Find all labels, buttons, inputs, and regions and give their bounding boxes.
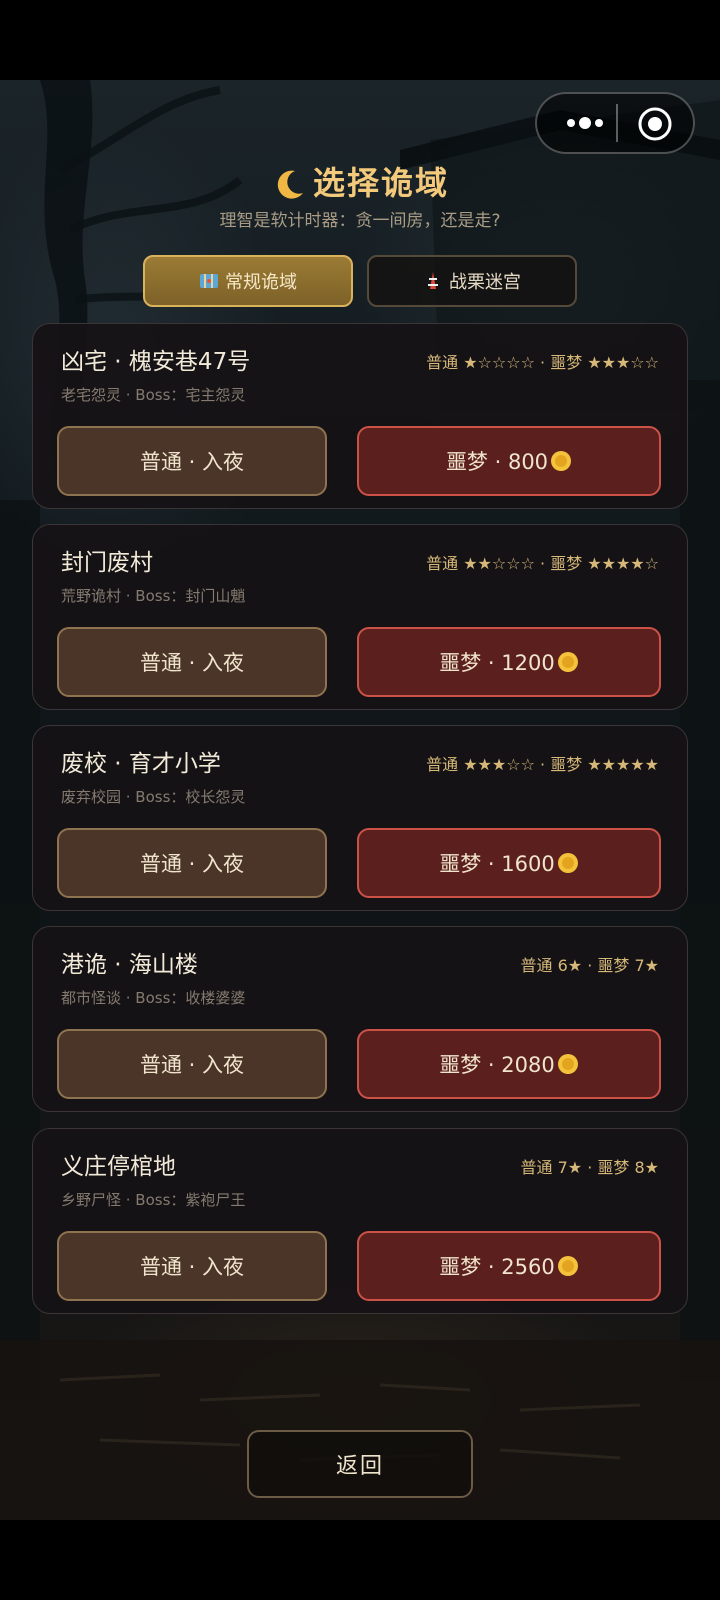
mini-program-capsule (535, 92, 695, 154)
more-options-icon[interactable] (559, 108, 619, 138)
domain-card: 废校 · 育才小学 普通 ★★★☆☆ · 噩梦 ★★★★★ 废弃校园 · Bos… (32, 725, 688, 911)
difficulty-rating: 普通 ★☆☆☆☆ · 噩梦 ★★★☆☆ (426, 353, 659, 372)
page-title: 选择诡域 (0, 158, 720, 208)
back-button-label: 返回 (335, 1454, 384, 1479)
nightmare-mode-button[interactable]: 噩梦 · 1600 (357, 828, 661, 898)
nightmare-mode-label: 噩梦 · 800 (445, 450, 549, 474)
normal-mode-label: 普通 · 入夜 (139, 651, 245, 675)
normal-mode-button[interactable]: 普通 · 入夜 (57, 1231, 327, 1301)
page-subtitle: 理智是软计时器：贪一间房，还是走? (219, 211, 501, 231)
normal-mode-label: 普通 · 入夜 (139, 1053, 245, 1077)
domain-meta: 都市怪谈 · Boss：收楼婆婆 (61, 989, 246, 1007)
crescent-moon-icon (277, 170, 303, 199)
coin-icon (557, 853, 578, 873)
difficulty-rating: 普通 7★ · 噩梦 8★ (520, 1158, 659, 1177)
domain-card: 港诡 · 海山楼 普通 6★ · 噩梦 7★ 都市怪谈 · Boss：收楼婆婆 … (32, 926, 688, 1112)
coin-icon (557, 1054, 578, 1074)
back-button[interactable]: 返回 (247, 1430, 473, 1498)
navigation-bar-area (0, 1520, 720, 1600)
coin-icon (557, 1256, 578, 1276)
domain-name: 凶宅 · 槐安巷47号 (61, 349, 251, 375)
map-icon (200, 274, 218, 288)
nightmare-mode-button[interactable]: 噩梦 · 2560 (357, 1231, 661, 1301)
tab-regular-label: 常规诡域 (225, 272, 297, 293)
nightmare-mode-button[interactable]: 噩梦 · 1200 (357, 627, 661, 697)
domain-meta: 老宅怨灵 · Boss：宅主怨灵 (61, 386, 246, 404)
normal-mode-button[interactable]: 普通 · 入夜 (57, 828, 327, 898)
coin-icon (551, 451, 572, 471)
coin-icon (557, 652, 578, 672)
domain-name: 废校 · 育才小学 (61, 751, 221, 777)
domain-meta: 荒野诡村 · Boss：封门山魈 (61, 587, 246, 605)
normal-mode-label: 普通 · 入夜 (139, 1255, 245, 1279)
normal-mode-button[interactable]: 普通 · 入夜 (57, 627, 327, 697)
domain-name: 封门废村 (61, 550, 153, 576)
domain-card: 封门废村 普通 ★★☆☆☆ · 噩梦 ★★★★☆ 荒野诡村 · Boss：封门山… (32, 524, 688, 710)
normal-mode-button[interactable]: 普通 · 入夜 (57, 1029, 327, 1099)
difficulty-rating: 普通 6★ · 噩梦 7★ (520, 956, 659, 975)
domain-card: 凶宅 · 槐安巷47号 普通 ★☆☆☆☆ · 噩梦 ★★★☆☆ 老宅怨灵 · B… (32, 323, 688, 509)
nightmare-mode-label: 噩梦 · 2560 (439, 1255, 555, 1279)
nightmare-mode-button[interactable]: 噩梦 · 2080 (357, 1029, 661, 1099)
nightmare-mode-label: 噩梦 · 2080 (439, 1053, 555, 1077)
domain-card: 义庄停棺地 普通 7★ · 噩梦 8★ 乡野尸怪 · Boss：紫袍尸王 普通 … (32, 1128, 688, 1314)
tab-thrill-maze[interactable]: 战栗迷宫 (367, 255, 577, 307)
page-title-text: 选择诡域 (312, 164, 449, 202)
nightmare-mode-button[interactable]: 噩梦 · 800 (357, 426, 661, 496)
domain-name: 义庄停棺地 (61, 1154, 176, 1180)
domain-meta: 乡野尸怪 · Boss：紫袍尸王 (61, 1191, 246, 1209)
tower-icon (428, 272, 438, 289)
close-miniprogram-icon[interactable] (637, 106, 673, 142)
difficulty-rating: 普通 ★★☆☆☆ · 噩梦 ★★★★☆ (426, 554, 659, 573)
tab-maze-label: 战栗迷宫 (449, 272, 521, 293)
difficulty-rating: 普通 ★★★☆☆ · 噩梦 ★★★★★ (426, 755, 659, 774)
domain-name: 港诡 · 海山楼 (61, 952, 198, 978)
nightmare-mode-label: 噩梦 · 1600 (439, 852, 555, 876)
normal-mode-label: 普通 · 入夜 (139, 852, 245, 876)
domain-meta: 废弃校园 · Boss：校长怨灵 (61, 788, 246, 806)
capsule-divider (616, 104, 618, 142)
normal-mode-button[interactable]: 普通 · 入夜 (57, 426, 327, 496)
nightmare-mode-label: 噩梦 · 1200 (439, 651, 555, 675)
status-bar-area (0, 0, 720, 80)
tab-regular-domains[interactable]: 常规诡域 (143, 255, 353, 307)
normal-mode-label: 普通 · 入夜 (139, 450, 245, 474)
